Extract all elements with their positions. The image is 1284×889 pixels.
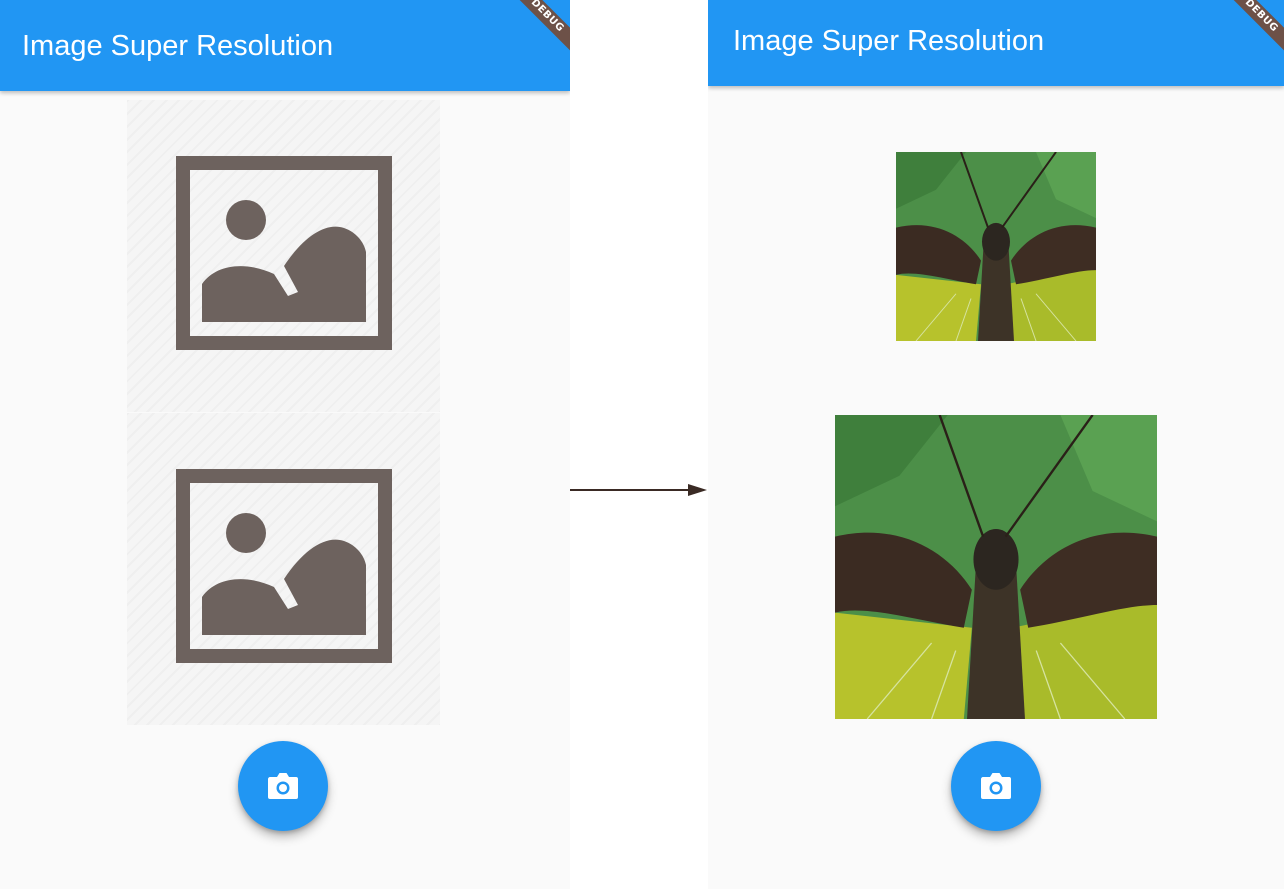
debug-banner-label: DEBUG: [1216, 0, 1284, 61]
butterfly-photo: [896, 152, 1096, 341]
debug-banner-label: DEBUG: [502, 0, 570, 61]
input-image-placeholder: [127, 100, 440, 412]
screen-after: Image Super Resolution DEBUG: [708, 0, 1284, 889]
butterfly-photo: [835, 415, 1157, 719]
app-title: Image Super Resolution: [733, 25, 1045, 57]
app-bar: Image Super Resolution: [0, 0, 570, 91]
debug-banner: DEBUG: [1204, 0, 1284, 80]
screen-before: Image Super Resolution DEBUG: [0, 0, 570, 889]
app-bar: Image Super Resolution: [708, 0, 1284, 86]
super-resolution-image: [835, 415, 1157, 719]
camera-icon: [981, 773, 1011, 799]
camera-icon: [268, 773, 298, 799]
image-placeholder-icon: [176, 156, 392, 350]
right-arrow-icon: [570, 484, 707, 496]
camera-button[interactable]: [238, 741, 328, 831]
debug-banner: DEBUG: [490, 0, 570, 80]
camera-button[interactable]: [951, 741, 1041, 831]
low-resolution-image: [896, 152, 1096, 341]
output-image-placeholder: [127, 413, 440, 725]
image-placeholder-icon: [176, 469, 392, 663]
app-title: Image Super Resolution: [22, 30, 334, 62]
